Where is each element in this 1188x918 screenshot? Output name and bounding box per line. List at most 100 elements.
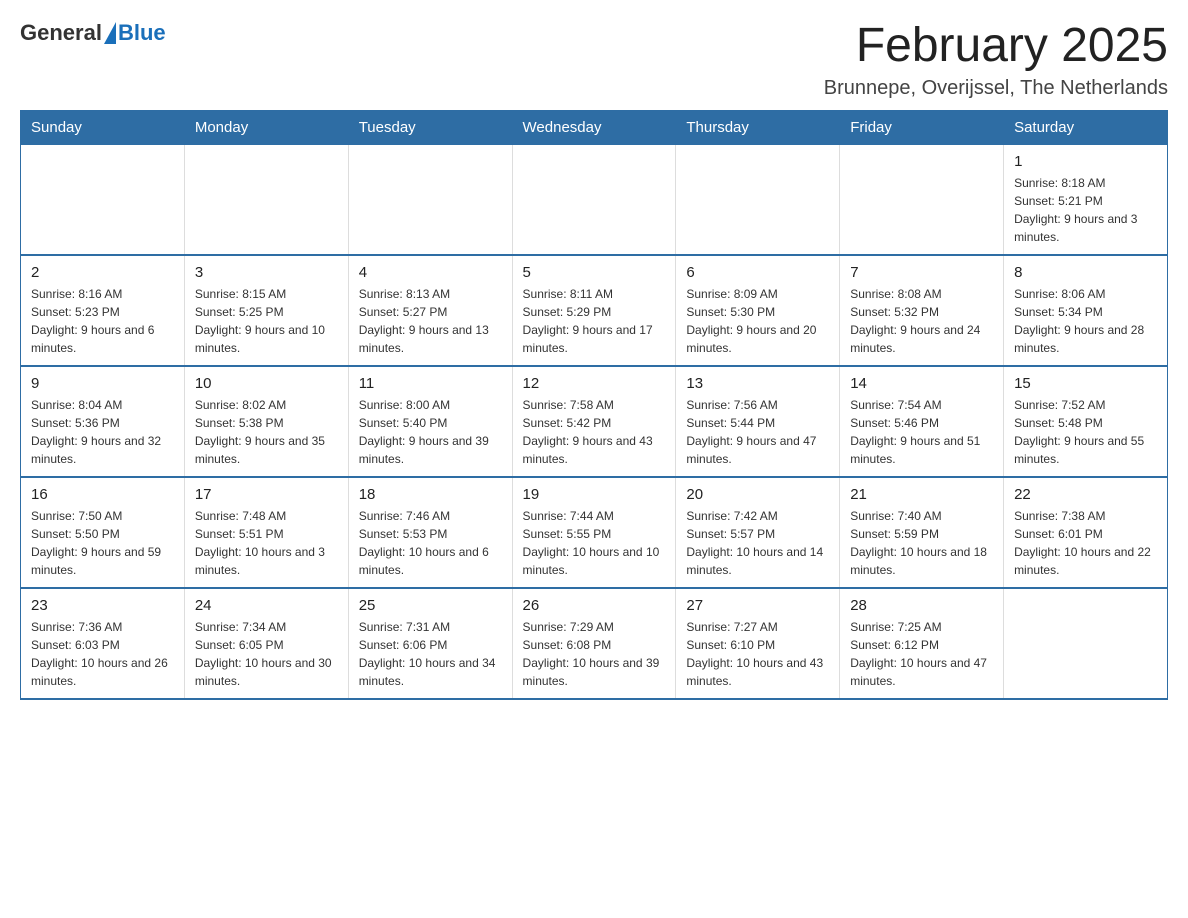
day-info: Sunrise: 7:34 AMSunset: 6:05 PMDaylight:… [195,618,338,690]
day-info: Sunrise: 7:27 AMSunset: 6:10 PMDaylight:… [686,618,829,690]
day-cell: 15 Sunrise: 7:52 AMSunset: 5:48 PMDayligh… [1004,366,1168,477]
day-cell: 21 Sunrise: 7:40 AMSunset: 5:59 PMDayligh… [840,477,1004,588]
day-cell: 3 Sunrise: 8:15 AMSunset: 5:25 PMDaylight… [184,255,348,366]
day-number: 2 [31,264,174,281]
day-cell: 22Sunrise: 7:38 AMSunset: 6:01 PMDayligh… [1004,477,1168,588]
day-info: Sunrise: 8:13 AMSunset: 5:27 PMDaylight:… [359,285,502,357]
day-info: Sunrise: 7:36 AMSunset: 6:03 PMDaylight:… [31,618,174,690]
logo-blue-text: Blue [118,20,166,46]
day-number: 21 [850,486,993,503]
day-info: Sunrise: 7:40 AMSunset: 5:59 PMDaylight:… [850,507,993,579]
day-info: Sunrise: 7:46 AMSunset: 5:53 PMDaylight:… [359,507,502,579]
day-number: 24 [195,597,338,614]
day-number: 18 [359,486,502,503]
day-info: Sunrise: 7:44 AMSunset: 5:55 PMDaylight:… [523,507,666,579]
day-cell: 28Sunrise: 7:25 AMSunset: 6:12 PMDayligh… [840,588,1004,699]
day-number: 3 [195,264,338,281]
month-title: February 2025 [824,20,1168,73]
day-number: 11 [359,375,502,392]
day-cell: 13 Sunrise: 7:56 AMSunset: 5:44 PMDayligh… [676,366,840,477]
week-row-4: 16 Sunrise: 7:50 AMSunset: 5:50 PMDayligh… [21,477,1168,588]
calendar-table: Sunday Monday Tuesday Wednesday Thursday… [20,110,1168,700]
week-row-5: 23 Sunrise: 7:36 AMSunset: 6:03 PMDayligh… [21,588,1168,699]
day-cell [840,144,1004,255]
day-number: 19 [523,486,666,503]
day-info: Sunrise: 7:42 AMSunset: 5:57 PMDaylight:… [686,507,829,579]
day-cell: 24 Sunrise: 7:34 AMSunset: 6:05 PMDayligh… [184,588,348,699]
week-row-2: 2 Sunrise: 8:16 AMSunset: 5:23 PMDaylight… [21,255,1168,366]
day-cell: 17 Sunrise: 7:48 AMSunset: 5:51 PMDayligh… [184,477,348,588]
day-cell [348,144,512,255]
week-row-1: 1 Sunrise: 8:18 AMSunset: 5:21 PMDaylight… [21,144,1168,255]
day-info: Sunrise: 8:09 AMSunset: 5:30 PMDaylight:… [686,285,829,357]
day-cell: 11 Sunrise: 8:00 AMSunset: 5:40 PMDayligh… [348,366,512,477]
header-tuesday: Tuesday [348,110,512,144]
day-cell: 1 Sunrise: 8:18 AMSunset: 5:21 PMDaylight… [1004,144,1168,255]
day-info: Sunrise: 7:56 AMSunset: 5:44 PMDaylight:… [686,396,829,468]
day-cell [512,144,676,255]
day-number: 5 [523,264,666,281]
day-cell: 18 Sunrise: 7:46 AMSunset: 5:53 PMDayligh… [348,477,512,588]
day-cell: 19 Sunrise: 7:44 AMSunset: 5:55 PMDayligh… [512,477,676,588]
day-info: Sunrise: 8:06 AMSunset: 5:34 PMDaylight:… [1014,285,1157,357]
day-number: 8 [1014,264,1157,281]
day-cell [1004,588,1168,699]
day-info: Sunrise: 8:15 AMSunset: 5:25 PMDaylight:… [195,285,338,357]
day-number: 16 [31,486,174,503]
day-cell: 6 Sunrise: 8:09 AMSunset: 5:30 PMDaylight… [676,255,840,366]
day-info: Sunrise: 7:38 AMSunset: 6:01 PMDaylight:… [1014,507,1157,579]
day-number: 14 [850,375,993,392]
title-block: February 2025 Brunnepe, Overijssel, The … [824,20,1168,100]
day-cell: 16 Sunrise: 7:50 AMSunset: 5:50 PMDayligh… [21,477,185,588]
logo-triangle-icon [104,22,116,44]
day-info: Sunrise: 8:18 AMSunset: 5:21 PMDaylight:… [1014,174,1157,246]
week-row-3: 9 Sunrise: 8:04 AMSunset: 5:36 PMDaylight… [21,366,1168,477]
day-cell: 26Sunrise: 7:29 AMSunset: 6:08 PMDayligh… [512,588,676,699]
day-cell [676,144,840,255]
day-cell: 10 Sunrise: 8:02 AMSunset: 5:38 PMDayligh… [184,366,348,477]
day-info: Sunrise: 7:52 AMSunset: 5:48 PMDaylight:… [1014,396,1157,468]
weekday-header-row: Sunday Monday Tuesday Wednesday Thursday… [21,110,1168,144]
day-cell: 27Sunrise: 7:27 AMSunset: 6:10 PMDayligh… [676,588,840,699]
page-header: General Blue February 2025 Brunnepe, Ove… [20,20,1168,100]
day-number: 15 [1014,375,1157,392]
header-sunday: Sunday [21,110,185,144]
header-thursday: Thursday [676,110,840,144]
location-title: Brunnepe, Overijssel, The Netherlands [824,77,1168,100]
day-info: Sunrise: 8:00 AMSunset: 5:40 PMDaylight:… [359,396,502,468]
day-cell: 5 Sunrise: 8:11 AMSunset: 5:29 PMDaylight… [512,255,676,366]
day-info: Sunrise: 8:11 AMSunset: 5:29 PMDaylight:… [523,285,666,357]
day-info: Sunrise: 8:04 AMSunset: 5:36 PMDaylight:… [31,396,174,468]
day-cell: 8 Sunrise: 8:06 AMSunset: 5:34 PMDaylight… [1004,255,1168,366]
header-friday: Friday [840,110,1004,144]
day-number: 20 [686,486,829,503]
day-number: 6 [686,264,829,281]
logo: General Blue [20,20,166,46]
day-number: 17 [195,486,338,503]
day-cell [184,144,348,255]
day-info: Sunrise: 7:58 AMSunset: 5:42 PMDaylight:… [523,396,666,468]
day-number: 10 [195,375,338,392]
day-info: Sunrise: 7:50 AMSunset: 5:50 PMDaylight:… [31,507,174,579]
day-number: 1 [1014,153,1157,170]
day-info: Sunrise: 8:02 AMSunset: 5:38 PMDaylight:… [195,396,338,468]
day-info: Sunrise: 7:31 AMSunset: 6:06 PMDaylight:… [359,618,502,690]
day-number: 28 [850,597,993,614]
day-cell: 20 Sunrise: 7:42 AMSunset: 5:57 PMDayligh… [676,477,840,588]
day-cell: 25 Sunrise: 7:31 AMSunset: 6:06 PMDayligh… [348,588,512,699]
day-cell: 23 Sunrise: 7:36 AMSunset: 6:03 PMDayligh… [21,588,185,699]
day-number: 23 [31,597,174,614]
day-number: 7 [850,264,993,281]
day-cell: 2 Sunrise: 8:16 AMSunset: 5:23 PMDaylight… [21,255,185,366]
logo-general-text: General [20,20,102,46]
header-monday: Monday [184,110,348,144]
day-info: Sunrise: 7:29 AMSunset: 6:08 PMDaylight:… [523,618,666,690]
day-number: 9 [31,375,174,392]
day-cell: 14Sunrise: 7:54 AMSunset: 5:46 PMDayligh… [840,366,1004,477]
day-number: 13 [686,375,829,392]
day-cell: 12Sunrise: 7:58 AMSunset: 5:42 PMDayligh… [512,366,676,477]
day-number: 25 [359,597,502,614]
header-wednesday: Wednesday [512,110,676,144]
day-info: Sunrise: 7:48 AMSunset: 5:51 PMDaylight:… [195,507,338,579]
day-info: Sunrise: 8:16 AMSunset: 5:23 PMDaylight:… [31,285,174,357]
